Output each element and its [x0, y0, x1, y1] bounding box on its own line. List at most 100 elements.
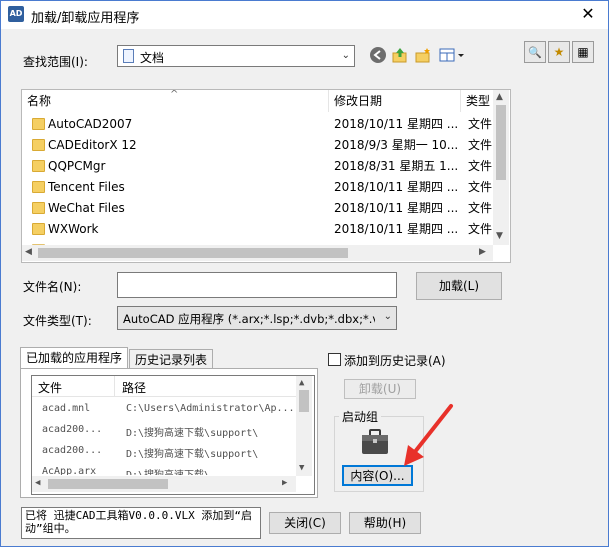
- find-file-button[interactable]: 🔍: [524, 41, 546, 63]
- file-name: AutoCAD2007: [48, 117, 133, 131]
- loaded-row-path[interactable]: D:\搜狗高速下载\: [126, 466, 210, 475]
- file-row[interactable]: Tencent Files 2018/10/11 星期四 ... 文件: [22, 177, 494, 198]
- file-list-vscrollbar[interactable]: ▲ ▼: [493, 90, 509, 245]
- file-row[interactable]: WXWork 2018/10/11 星期四 ... 文件: [22, 219, 494, 240]
- lookin-label: 查找范围(I):: [23, 55, 88, 69]
- scroll-thumb[interactable]: [299, 390, 309, 412]
- loaded-row-file[interactable]: acad200...: [42, 445, 102, 456]
- add-history-checkbox[interactable]: [328, 353, 341, 366]
- document-icon: [123, 49, 134, 63]
- lookin-combo[interactable]: 文档 ⌄: [117, 45, 355, 67]
- filename-input[interactable]: [117, 272, 397, 298]
- title-bar[interactable]: AD 加载/卸载应用程序 ✕: [1, 1, 608, 29]
- file-date: 2018/8/31 星期五 1...: [334, 159, 459, 173]
- file-row[interactable]: WeChat Files 2018/10/11 星期四 ... 文件: [22, 198, 494, 219]
- filetype-label: 文件类型(T):: [23, 314, 92, 328]
- column-header-date[interactable]: 修改日期: [329, 90, 461, 112]
- window-title: 加载/卸载应用程序: [31, 11, 140, 26]
- scroll-down-icon[interactable]: ▼: [299, 463, 304, 473]
- filetype-value: AutoCAD 应用程序 (*.arx;*.lsp;*.dvb;*.dbx;*.…: [123, 312, 375, 326]
- scroll-left-icon[interactable]: ◀: [35, 478, 40, 488]
- loaded-row-file[interactable]: acad.mnl: [42, 403, 90, 414]
- options-button[interactable]: ▦: [572, 41, 594, 63]
- autocad-app-icon: AD: [8, 6, 24, 22]
- loaded-apps-panel: 文件 路径 acad.mnl C:\Users\Administrator\Ap…: [20, 368, 318, 498]
- file-name: Tencent Files: [48, 180, 125, 194]
- chevron-down-icon: ⌄: [383, 311, 392, 322]
- folder-icon: [32, 181, 45, 193]
- hscroll-thumb[interactable]: [48, 479, 168, 489]
- magnifier-icon: 🔍: [528, 46, 542, 59]
- file-date: 2018/10/11 星期四 ...: [334, 222, 459, 236]
- up-folder-icon[interactable]: [390, 46, 410, 66]
- loaded-apps-list[interactable]: 文件 路径 acad.mnl C:\Users\Administrator\Ap…: [31, 375, 315, 495]
- column-header-name[interactable]: 名称 ^: [22, 90, 329, 112]
- file-date: 2018/10/11 星期四 ...: [334, 117, 459, 131]
- loaded-list-vscrollbar[interactable]: ▲ ▼: [296, 376, 312, 476]
- sort-up-icon: ^: [170, 89, 179, 100]
- loaded-list-header: 文件 路径: [32, 376, 296, 397]
- add-history-label: 添加到历史记录(A): [344, 354, 446, 368]
- file-date: 2018/10/11 星期四 ...: [334, 201, 459, 215]
- column-divider: [114, 376, 115, 396]
- lookin-value: 文档: [140, 51, 165, 65]
- file-type: 文件: [468, 222, 493, 236]
- load-button[interactable]: 加载(L): [416, 272, 502, 300]
- hscroll-thumb[interactable]: [38, 248, 348, 258]
- loaded-row-path[interactable]: C:\Users\Administrator\Ap...: [126, 403, 295, 414]
- file-row[interactable]: CADEditorX 12 2018/9/3 星期一 10... 文件: [22, 135, 494, 156]
- loaded-row-file[interactable]: acad200...: [42, 424, 102, 435]
- filetype-combo[interactable]: AutoCAD 应用程序 (*.arx;*.lsp;*.dvb;*.dbx;*.…: [117, 306, 397, 330]
- scroll-right-icon[interactable]: ▶: [282, 478, 287, 488]
- unload-button[interactable]: 卸载(U): [344, 379, 416, 399]
- folder-icon: [32, 160, 45, 172]
- file-row[interactable]: QQPCMgr 2018/8/31 星期五 1... 文件: [22, 156, 494, 177]
- file-date: 2018/10/11 星期四 ...: [334, 180, 459, 194]
- scroll-up-icon[interactable]: ▲: [496, 92, 503, 102]
- file-date: 2018/9/3 星期一 10...: [334, 138, 459, 152]
- scroll-down-icon[interactable]: ▼: [496, 231, 503, 241]
- folder-icon: [32, 223, 45, 235]
- folder-icon: [32, 139, 45, 151]
- file-type: 文件: [468, 138, 493, 152]
- briefcase-icon: [361, 429, 389, 458]
- file-type: 文件: [468, 201, 493, 215]
- tab-history-list[interactable]: 历史记录列表: [129, 349, 214, 369]
- file-type: 文件: [468, 180, 493, 194]
- column-header-file[interactable]: 文件: [38, 379, 62, 396]
- scroll-right-icon[interactable]: ▶: [479, 247, 486, 257]
- loaded-row-file[interactable]: AcApp.arx: [42, 466, 96, 475]
- scroll-thumb[interactable]: [496, 105, 506, 180]
- scroll-left-icon[interactable]: ◀: [25, 247, 32, 257]
- dialog-window: AD 加载/卸载应用程序 ✕ 查找范围(I): 文档 ⌄ 🔍 ★ ▦ 名称 ^ …: [0, 0, 609, 547]
- file-name: WeChat Files: [48, 201, 125, 215]
- column-header-path[interactable]: 路径: [122, 379, 146, 396]
- file-name: WXWork: [48, 222, 99, 236]
- close-button[interactable]: 关闭(C): [269, 512, 341, 534]
- views-menu-icon[interactable]: [438, 46, 466, 66]
- back-icon[interactable]: [368, 46, 388, 66]
- file-row[interactable]: AutoCAD2007 2018/10/11 星期四 ... 文件: [22, 114, 494, 135]
- star-icon: ★: [553, 45, 565, 59]
- filename-label: 文件名(N):: [23, 280, 82, 294]
- startup-group-label: 启动组: [339, 408, 382, 425]
- help-button[interactable]: 帮助(H): [349, 512, 421, 534]
- file-type: 文件: [468, 159, 493, 173]
- close-window-button[interactable]: ✕: [576, 4, 600, 24]
- grid-icon: ▦: [577, 45, 589, 59]
- file-list-hscrollbar[interactable]: ◀ ▶: [22, 245, 493, 261]
- new-folder-icon[interactable]: [413, 46, 433, 66]
- status-message: 已将 迅捷CAD工具箱V0.0.0.VLX 添加到“启动”组中。: [21, 507, 261, 539]
- scroll-up-icon[interactable]: ▲: [299, 378, 304, 388]
- file-type: 文件: [468, 117, 493, 131]
- file-list[interactable]: 名称 ^ 修改日期 类型 AutoCAD2007 2018/10/11 星期四 …: [21, 89, 511, 263]
- locate-button[interactable]: ★: [548, 41, 570, 63]
- loaded-row-path[interactable]: D:\搜狗高速下载\support\: [126, 424, 258, 439]
- tab-loaded-apps[interactable]: 已加载的应用程序: [20, 347, 129, 369]
- loaded-list-hscrollbar[interactable]: ◀ ▶: [32, 476, 296, 492]
- loaded-row-path[interactable]: D:\搜狗高速下载\support\: [126, 445, 258, 460]
- folder-icon: [32, 118, 45, 130]
- chevron-down-icon: ⌄: [341, 50, 350, 61]
- annotation-arrow-icon: [404, 404, 453, 466]
- folder-icon: [32, 202, 45, 214]
